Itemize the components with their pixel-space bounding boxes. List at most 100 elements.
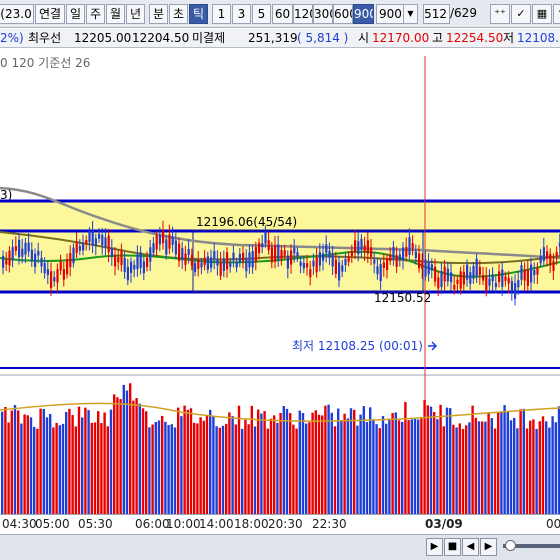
candle-body — [408, 237, 411, 255]
volume-bar — [436, 419, 439, 514]
volume-bar — [442, 426, 445, 514]
volume-bar — [349, 408, 353, 514]
volume-bar — [538, 421, 541, 514]
volume-bar — [218, 427, 221, 514]
volume-bar — [365, 421, 369, 514]
volume-bar — [42, 408, 45, 514]
candle-body — [366, 240, 369, 254]
prev-icon[interactable]: ◀ — [462, 538, 479, 556]
candle-body — [75, 241, 78, 254]
volume-bar — [49, 414, 52, 514]
volume-bar — [113, 394, 116, 514]
next-icon[interactable]: ▶ — [480, 538, 497, 556]
candle-body — [427, 262, 430, 275]
candle-body — [421, 261, 424, 269]
candle-body — [344, 258, 347, 266]
candle-body — [27, 242, 30, 252]
volume-bar — [55, 422, 58, 514]
volume-bar — [119, 399, 122, 514]
volume-bar — [93, 422, 97, 514]
candle-body — [440, 271, 443, 287]
volume-bar — [458, 423, 461, 514]
volume-bar — [532, 419, 535, 514]
candle-body — [290, 250, 293, 265]
volume-bar — [429, 406, 433, 514]
volume-bar — [180, 416, 183, 514]
candle-body — [293, 247, 296, 254]
volume-bar — [385, 423, 388, 514]
candle-body — [139, 252, 142, 268]
volume-bar — [452, 424, 455, 514]
scroll-thumb[interactable] — [505, 540, 516, 551]
candle-body — [386, 258, 389, 271]
volume-bar — [295, 428, 298, 514]
chart-navigation-bar: ▶ ■ ◀ ▶ — [0, 534, 560, 560]
price-volume-chart[interactable]: 12196.06(45/54) 12150.52 최저 12108.25 (00:0… — [0, 0, 560, 534]
volume-bar — [257, 409, 260, 514]
time-label: 05:00 — [35, 517, 70, 531]
candle-body — [50, 271, 53, 289]
candle-body — [78, 245, 81, 251]
candle-body — [274, 245, 277, 262]
volume-bar — [551, 416, 554, 514]
candle-body — [552, 260, 555, 271]
candle-body — [354, 240, 357, 253]
candle-body — [162, 230, 165, 244]
volume-bar — [509, 420, 513, 514]
candle-body — [456, 279, 459, 284]
candle-body — [453, 284, 456, 290]
volume-bar — [362, 406, 365, 514]
candle-body — [190, 255, 193, 266]
candle-body — [130, 261, 133, 274]
candle-body — [142, 261, 145, 274]
candle-body — [8, 250, 11, 266]
volume-bar — [321, 415, 324, 514]
volume-bar — [426, 405, 429, 514]
time-label: 04:30 — [2, 517, 37, 531]
volume-bar — [148, 427, 151, 514]
candle-body — [206, 256, 209, 270]
candle-body — [491, 274, 494, 282]
candle-body — [168, 234, 171, 249]
volume-bar — [145, 411, 148, 514]
candle-body — [104, 237, 107, 248]
candle-body — [379, 264, 382, 281]
volume-bar — [324, 405, 327, 514]
candle-body — [430, 264, 433, 271]
candle-body — [555, 251, 558, 257]
volume-bar — [522, 408, 525, 514]
volume-bar — [263, 411, 266, 514]
candle-body — [107, 235, 110, 253]
volume-bar — [141, 408, 145, 514]
play-icon[interactable]: ▶ — [426, 538, 443, 556]
candle-body — [414, 251, 417, 258]
volume-bar — [471, 405, 474, 514]
candle-body — [258, 242, 261, 254]
volume-bar — [77, 406, 81, 514]
candle-body — [187, 248, 190, 255]
candle-body — [443, 266, 446, 282]
volume-bar — [52, 427, 55, 514]
candle-body — [494, 282, 497, 287]
min-price-label: 최저 12108.25 (00:01) — [292, 339, 423, 353]
candle-body — [402, 247, 405, 260]
volume-bar — [100, 423, 103, 514]
candle-body — [475, 258, 478, 277]
candle-body — [360, 238, 363, 250]
volume-bar — [519, 409, 522, 514]
volume-bar — [61, 423, 65, 514]
volume-bar — [513, 417, 516, 514]
candle-body — [213, 250, 216, 260]
volume-bar — [474, 417, 477, 514]
volume-bar — [29, 417, 33, 514]
stop-icon[interactable]: ■ — [444, 538, 461, 556]
candle-body — [146, 257, 149, 268]
candle-body — [370, 247, 373, 257]
volume-bar — [167, 425, 170, 514]
candle-body — [501, 269, 504, 287]
volume-bar — [516, 428, 519, 514]
volume-bar — [305, 423, 308, 514]
volume-bar — [301, 413, 305, 514]
volume-bar — [548, 427, 551, 514]
candle-body — [382, 262, 385, 268]
